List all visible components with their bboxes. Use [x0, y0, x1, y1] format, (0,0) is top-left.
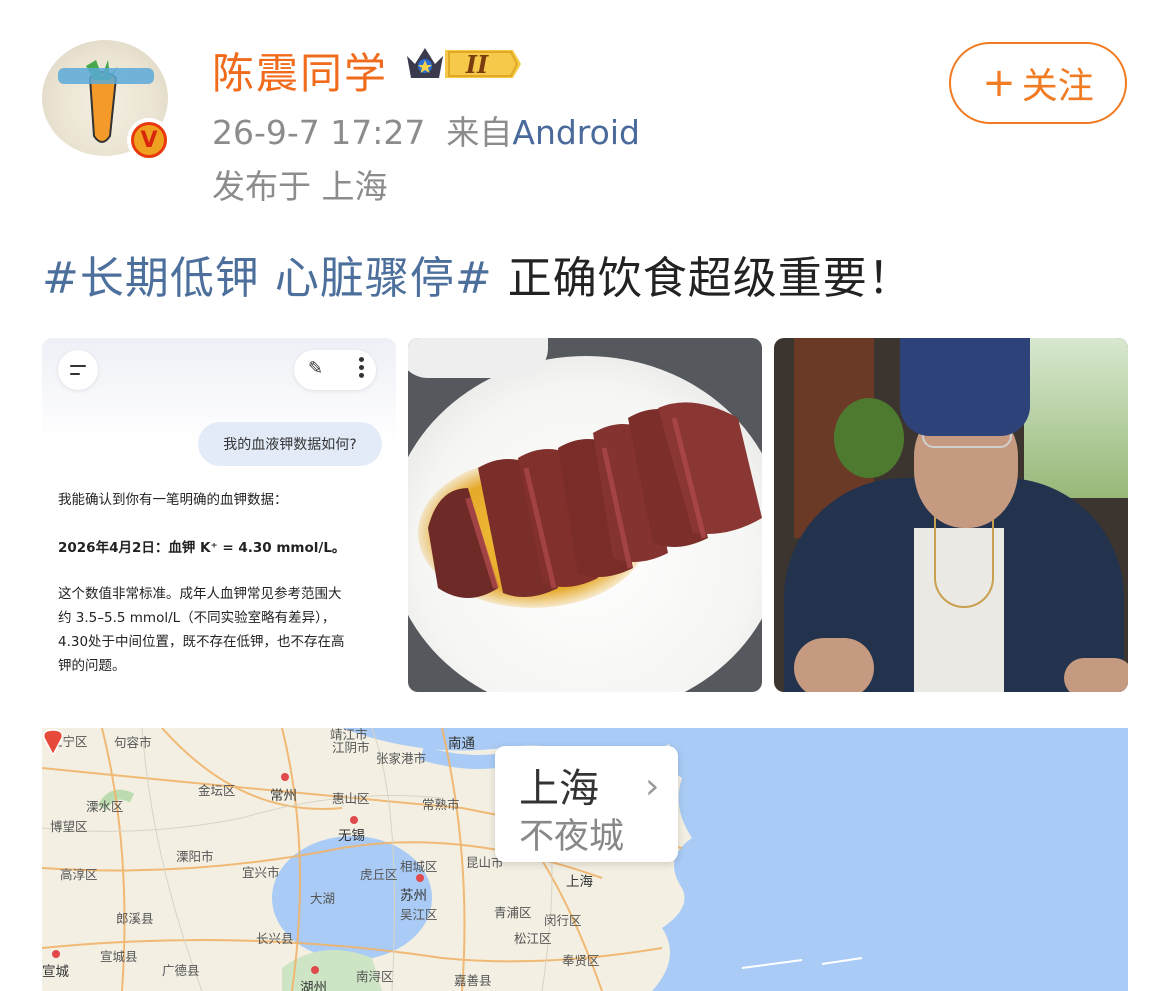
hand — [794, 638, 874, 692]
chevron-right-icon: › — [645, 766, 660, 807]
answer-value: 2026年4月2日：血钾 K⁺ = 4.30 mmol/L。 — [58, 540, 346, 556]
map-label: 博望区 — [50, 819, 88, 834]
post-image-3-person[interactable] — [774, 338, 1128, 692]
map-label: 金坛区 — [198, 783, 236, 798]
cap — [900, 338, 1030, 436]
map-label: 句容市 — [114, 735, 152, 750]
plus-icon: + — [982, 60, 1016, 106]
level-badge-text: II — [465, 50, 489, 79]
post-timestamp: 26-9-7 17:27 — [212, 113, 426, 152]
map-label: 长兴县 — [256, 931, 294, 946]
map-label: 相城区 — [400, 859, 438, 874]
popup-subtitle: 不夜城 — [519, 817, 625, 857]
edit-icon: ✎ — [308, 358, 324, 379]
map-label: 苏州 — [400, 888, 427, 904]
map-label: 青浦区 — [494, 905, 532, 920]
more-vertical-icon: ••• — [352, 355, 368, 379]
map-label: 大湖 — [310, 891, 336, 906]
post-image-2-steak[interactable] — [408, 338, 762, 692]
map-label: 湖州 — [300, 980, 327, 991]
map-label: 宣城 — [42, 964, 69, 980]
map-label: 江阴市 — [332, 740, 370, 755]
edit-actions: ✎ ••• — [294, 350, 376, 390]
location-map[interactable]: 江宁区 句容市 靖江市 江阴市 南通 张家港市 金坛区 常州 惠山区 常熟市 溧… — [42, 728, 1128, 991]
hashtag-link[interactable]: #长期低钾 心脏骤停# — [42, 253, 493, 304]
post-location: 发布于 上海 — [212, 167, 388, 206]
map-label: 奉贤区 — [562, 953, 600, 968]
post-text: #长期低钾 心脏骤停# 正确饮食超级重要！ — [42, 242, 913, 306]
menu-icon — [58, 350, 98, 390]
map-label: 上海 — [566, 874, 593, 890]
map-label: 虎丘区 — [360, 867, 398, 882]
map-label: 溧水区 — [86, 799, 124, 814]
map-label: 郎溪县 — [116, 911, 154, 926]
map-label: 宣城县 — [100, 949, 138, 964]
username[interactable]: 陈震同学 — [212, 40, 388, 101]
verified-badge-icon: V — [127, 118, 171, 162]
map-label: 松江区 — [514, 931, 552, 946]
map-pin-icon — [42, 729, 64, 756]
popup-title: 上海 — [519, 766, 599, 812]
map-label: 宜兴市 — [242, 865, 280, 880]
answer-line: 4.30处于中间位置，既不存在低钾，也不存在高 — [58, 634, 345, 650]
post-meta: 26-9-7 17:27 来自Android — [212, 106, 640, 154]
answer-line: 约 3.5–5.5 mmol/L（不同实验室略有差异）， — [58, 610, 336, 626]
map-label: 溧阳市 — [176, 849, 214, 864]
source-prefix: 来自 — [446, 113, 513, 152]
map-label: 广德县 — [162, 963, 200, 978]
plant — [834, 398, 904, 478]
map-label: 嘉善县 — [454, 973, 492, 988]
answer-intro: 我能确认到你有一笔明确的血钾数据： — [58, 492, 288, 508]
map-label: 吴江区 — [400, 907, 438, 922]
follow-label: 关注 — [1021, 66, 1094, 107]
post-image-1-chat-screenshot[interactable]: ✎ ••• 我的血液钾数据如何? 我能确认到你有一笔明确的血钾数据： 2026年… — [42, 338, 396, 692]
map-label: 常熟市 — [422, 797, 460, 812]
window-background — [1024, 338, 1128, 498]
map-label: 无锡 — [338, 828, 365, 844]
answer-line: 这个数值非常标准。成年人血钾常见参考范围大 — [58, 586, 342, 602]
map-label: 常州 — [270, 788, 297, 804]
map-label: 张家港市 — [376, 751, 427, 766]
map-label: 闵行区 — [544, 913, 582, 928]
post-body: 正确饮食超级重要！ — [492, 253, 913, 304]
map-label: 南通 — [448, 736, 475, 752]
location-popup[interactable]: 上海 › 不夜城 — [495, 746, 678, 862]
question-bubble: 我的血液钾数据如何? — [198, 422, 382, 466]
map-label: 惠山区 — [332, 791, 370, 806]
source-app: Android — [512, 113, 640, 152]
map-label: 南浔区 — [356, 969, 394, 984]
map-label: 高淳区 — [60, 867, 98, 882]
steak-slices — [428, 402, 762, 598]
answer-line: 钾的问题。 — [58, 658, 126, 674]
crown-level-icon: II — [407, 48, 521, 79]
follow-button[interactable]: + 关注 — [949, 42, 1127, 124]
hand — [1064, 658, 1128, 692]
